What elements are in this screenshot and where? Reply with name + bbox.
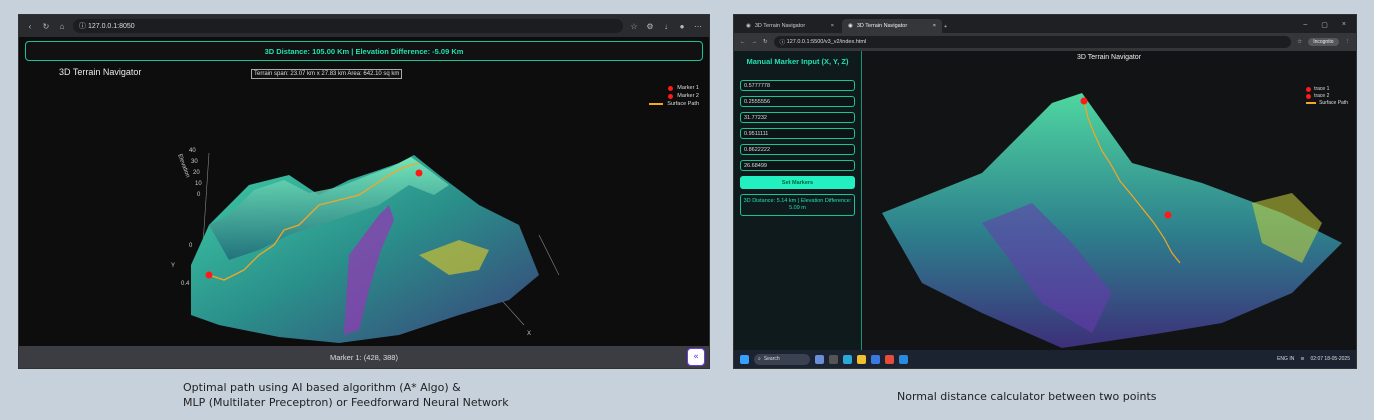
terrain-3d-plot[interactable] xyxy=(19,75,710,347)
marker-dot-icon xyxy=(668,93,674,99)
marker-dot-icon xyxy=(1306,86,1312,92)
marker-1[interactable] xyxy=(1080,97,1088,105)
bookmark-icon[interactable]: ☆ xyxy=(1297,39,1302,45)
windows-taskbar: ⌕ Search ENG IN ≋ 02:07 18-05-2025 xyxy=(734,350,1356,368)
close-icon[interactable]: × xyxy=(933,23,936,29)
search-icon: ⌕ xyxy=(758,356,761,362)
marker2-x-input[interactable]: 0.9511111 xyxy=(740,128,855,139)
windows-start-icon[interactable] xyxy=(740,354,749,364)
back-icon[interactable]: ‹ xyxy=(25,21,35,31)
edge-icon[interactable] xyxy=(843,354,852,364)
marker1-z-input[interactable]: 31.77232 xyxy=(740,112,855,123)
site-info-icon: ⓘ xyxy=(779,40,787,46)
file-explorer-icon[interactable] xyxy=(857,354,866,364)
system-tray: ENG IN ≋ 02:07 18-05-2025 xyxy=(1277,356,1350,362)
collapse-icon[interactable]: « xyxy=(687,348,705,366)
z-tick-20: 20 xyxy=(193,170,200,176)
x-axis-label: X xyxy=(527,331,532,337)
globe-icon: ◉ xyxy=(848,23,853,29)
right-screenshot: ◉ 3D Terrain Navigator × ◉ 3D Terrain Navig… xyxy=(733,14,1357,369)
status-bar: Marker 1: (428, 388) xyxy=(19,346,709,368)
terrain-3d-plot[interactable] xyxy=(862,63,1357,352)
marker2-y-input[interactable]: 0.8622222 xyxy=(740,144,855,155)
marker-2[interactable] xyxy=(1164,211,1172,219)
menu-icon[interactable]: ⋯ xyxy=(693,21,703,31)
profile-icon[interactable]: ● xyxy=(677,21,687,31)
reload-icon[interactable]: ↻ xyxy=(763,39,768,45)
browser-toolbar: ← → ↻ ⓘ 127.0.0.1:5500/v3_v2/index.html … xyxy=(734,33,1356,51)
reload-icon[interactable]: ↻ xyxy=(41,21,51,31)
maximize-icon[interactable]: ▢ xyxy=(1321,21,1328,29)
left-screenshot: ‹ ↻ ⌂ ⓘ 127.0.0.1:8050 ☆ ⚙ ↓ ● ⋯ 3D Dist… xyxy=(18,14,710,369)
chrome-icon[interactable] xyxy=(885,354,894,364)
clock[interactable]: 02:07 18-05-2025 xyxy=(1311,356,1350,362)
legend-path[interactable]: Surface Path xyxy=(1306,100,1348,106)
wifi-icon[interactable]: ≋ xyxy=(1300,356,1304,362)
plot-legend: trace 1 trace 2 Surface Path xyxy=(1306,86,1348,107)
y-tick-04: 0.4 xyxy=(181,281,190,287)
marker-input-sidebar: Manual Marker Input (X, Y, Z) 0.5777778 … xyxy=(734,51,862,350)
window-close-icon[interactable]: × xyxy=(1342,21,1346,29)
minimize-icon[interactable]: – xyxy=(1303,21,1307,29)
marker1-y-input[interactable]: 0.2555556 xyxy=(740,96,855,107)
z-tick-40: 40 xyxy=(189,148,196,154)
left-caption: Optimal path using AI based algorithm (A… xyxy=(183,381,509,409)
z-tick-30: 30 xyxy=(191,159,198,165)
marker-2[interactable] xyxy=(415,169,423,177)
y-tick-0: 0 xyxy=(189,243,193,249)
legend-trace1[interactable]: trace 1 xyxy=(1306,86,1348,92)
tab-1[interactable]: ◉ 3D Terrain Navigator × xyxy=(740,19,840,33)
marker-dot-icon xyxy=(668,85,674,91)
marker-1[interactable] xyxy=(205,271,213,279)
download-icon[interactable]: ↓ xyxy=(661,21,671,31)
legend-path[interactable]: Surface Path xyxy=(649,101,699,107)
incognito-badge[interactable]: Incognito xyxy=(1308,38,1339,46)
sidebar-title: Manual Marker Input (X, Y, Z) xyxy=(746,57,849,66)
marker-dot-icon xyxy=(1306,93,1312,99)
menu-icon[interactable]: ⋮ xyxy=(1345,39,1351,45)
legend-marker1[interactable]: Marker 1 xyxy=(649,85,699,91)
globe-icon: ◉ xyxy=(746,23,751,29)
widgets-icon[interactable] xyxy=(815,354,824,364)
url-text: 127.0.0.1:8050 xyxy=(87,22,135,30)
new-tab-icon[interactable]: + xyxy=(944,24,947,33)
info-icon: ⓘ xyxy=(79,23,88,30)
z-tick-10: 10 xyxy=(195,181,202,187)
marker2-z-input[interactable]: 26.68499 xyxy=(740,160,855,171)
marker-status: Marker 1: (428, 388) xyxy=(330,352,398,362)
taskbar-search[interactable]: ⌕ Search xyxy=(754,353,810,365)
url-text: 127.0.0.1:5500/v3_v2/index.html xyxy=(786,39,867,45)
address-bar[interactable]: ⓘ 127.0.0.1:5500/v3_v2/index.html xyxy=(773,36,1292,48)
distance-banner: 3D Distance: 105.00 Km | Elevation Diffe… xyxy=(25,41,703,61)
set-markers-button[interactable]: Set Markers xyxy=(740,176,855,189)
tab-bar: ◉ 3D Terrain Navigator × ◉ 3D Terrain Navig… xyxy=(734,15,1356,33)
z-tick-0: 0 xyxy=(197,192,201,198)
distance-result: 3D Distance: 5.14 km | Elevation Differe… xyxy=(740,194,855,216)
vscode-icon[interactable] xyxy=(899,354,908,364)
path-line-icon xyxy=(1306,102,1317,104)
tab-2[interactable]: ◉ 3D Terrain Navigator × xyxy=(842,19,942,33)
task-view-icon[interactable] xyxy=(829,354,838,364)
store-icon[interactable] xyxy=(871,354,880,364)
plot-title: 3D Terrain Navigator xyxy=(1076,54,1142,61)
path-line-icon xyxy=(649,103,664,105)
extensions-icon[interactable]: ⚙ xyxy=(645,21,655,31)
browser-toolbar: ‹ ↻ ⌂ ⓘ 127.0.0.1:8050 ☆ ⚙ ↓ ● ⋯ xyxy=(19,15,709,37)
marker1-x-input[interactable]: 0.5777778 xyxy=(740,80,855,91)
close-icon[interactable]: × xyxy=(831,23,834,29)
home-icon[interactable]: ⌂ xyxy=(57,21,67,31)
back-icon[interactable]: ← xyxy=(740,39,746,45)
y-axis-label: Y xyxy=(171,263,176,269)
bookmark-icon[interactable]: ☆ xyxy=(629,21,639,31)
right-caption: Normal distance calculator between two p… xyxy=(897,390,1157,403)
forward-icon[interactable]: → xyxy=(752,39,758,45)
lang-indicator[interactable]: ENG IN xyxy=(1277,356,1294,362)
address-bar[interactable]: ⓘ 127.0.0.1:8050 xyxy=(73,19,623,33)
legend-trace2[interactable]: trace 2 xyxy=(1306,93,1348,99)
plot-legend: Marker 1 Marker 2 Surface Path xyxy=(649,85,699,109)
legend-marker2[interactable]: Marker 2 xyxy=(649,93,699,99)
